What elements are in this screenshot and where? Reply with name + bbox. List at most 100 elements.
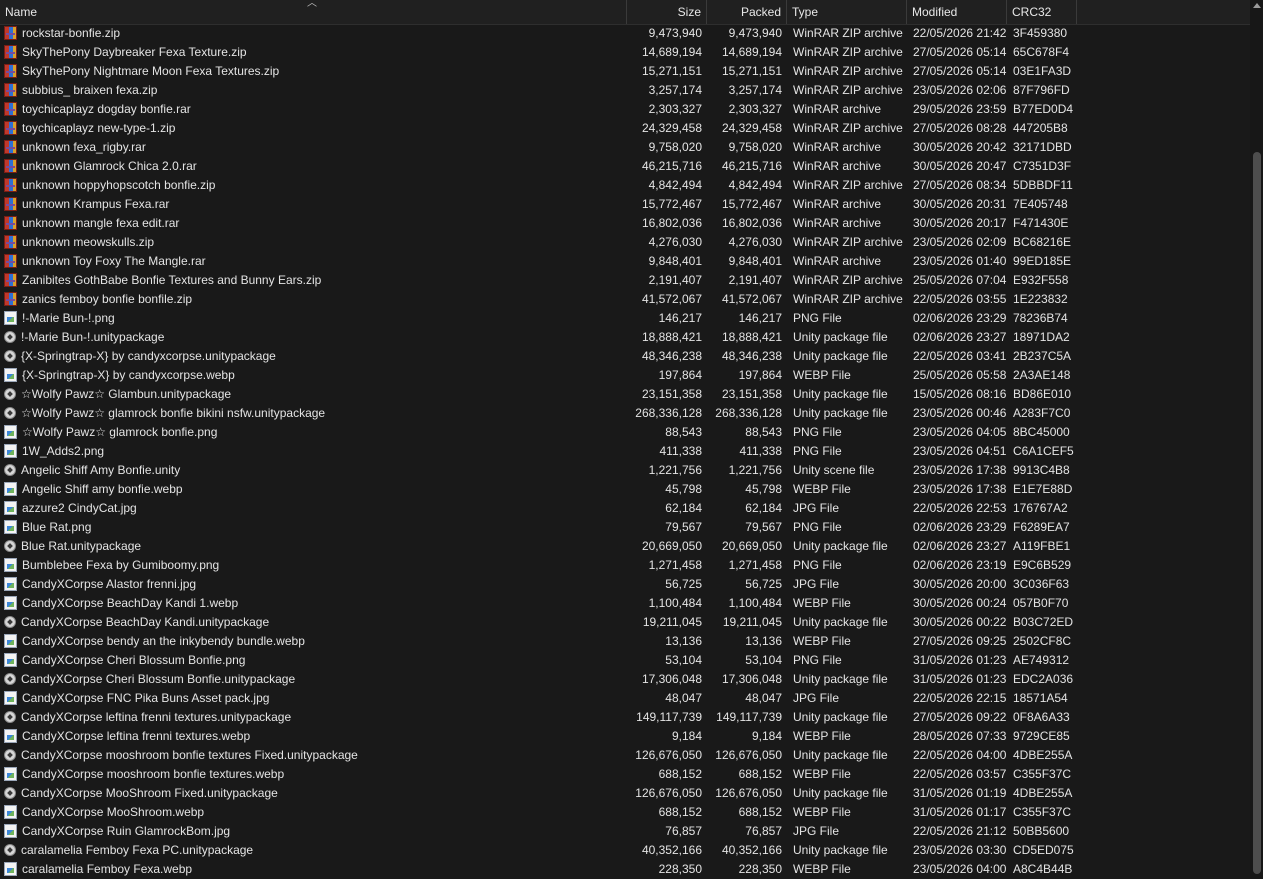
file-row[interactable]: CandyXCorpse Cheri Blossum Bonfie.unityp… xyxy=(0,670,1250,689)
file-row[interactable]: CandyXCorpse MooShroom Fixed.unitypackag… xyxy=(0,784,1250,803)
file-packed-size: 56,725 xyxy=(745,577,782,591)
file-name-cell: CandyXCorpse MooShroom Fixed.unitypackag… xyxy=(0,784,627,803)
file-name-cell: unknown Glamrock Chica 2.0.rar xyxy=(0,157,627,176)
file-row[interactable]: unknown mangle fexa edit.rar 16,802,036 16… xyxy=(0,214,1250,233)
file-size: 149,117,739 xyxy=(636,710,702,724)
image-file-icon xyxy=(4,691,17,705)
file-size: 688,152 xyxy=(658,805,702,819)
archive-icon xyxy=(4,26,17,40)
file-row[interactable]: toychicaplayz dogday bonfie.rar 2,303,327… xyxy=(0,100,1250,119)
file-row[interactable]: SkyThePony Nightmare Moon Fexa Textures.… xyxy=(0,62,1250,81)
archive-icon xyxy=(4,159,17,173)
file-row[interactable]: ☆Wolfy Pawz☆ glamrock bonfie.png 88,543 88… xyxy=(0,423,1250,442)
file-row[interactable]: CandyXCorpse bendy an the inkybendy bund… xyxy=(0,632,1250,651)
file-name: CandyXCorpse FNC Pika Buns Asset pack.jp… xyxy=(22,691,270,705)
file-name-cell: azzure2 CindyCat.jpg xyxy=(0,499,627,518)
file-row[interactable]: rockstar-bonfie.zip 9,473,940 9,473,940 Win… xyxy=(0,24,1250,43)
file-row[interactable]: Zanibites GothBabe Bonfie Textures and B… xyxy=(0,271,1250,290)
file-row[interactable]: CandyXCorpse BeachDay Kandi.unitypackage… xyxy=(0,613,1250,632)
file-row[interactable]: zanics femboy bonfie bonfile.zip 41,572,0… xyxy=(0,290,1250,309)
file-name-cell: 1W_Adds2.png xyxy=(0,442,627,461)
column-type[interactable]: Type xyxy=(787,0,907,24)
file-crc32: EDC2A036 xyxy=(1013,672,1074,686)
scrollbar-thumb[interactable] xyxy=(1253,152,1261,874)
file-row[interactable]: CandyXCorpse FNC Pika Buns Asset pack.jp… xyxy=(0,689,1250,708)
file-packed-size: 146,217 xyxy=(738,311,782,325)
file-packed-size: 9,848,401 xyxy=(728,254,782,268)
scroll-up-icon[interactable] xyxy=(1253,3,1261,8)
file-name: subbius_ braixen fexa.zip xyxy=(22,83,158,97)
file-row[interactable]: CandyXCorpse leftina frenni textures.uni… xyxy=(0,708,1250,727)
file-name: Blue Rat.png xyxy=(22,520,92,534)
file-row[interactable]: {X-Springtrap-X} by candyxcorpse.webp 197… xyxy=(0,366,1250,385)
file-row[interactable]: unknown meowskulls.zip 4,276,030 4,276,030… xyxy=(0,233,1250,252)
file-modified: 27/05/2026 05:14 xyxy=(913,64,1007,78)
column-size[interactable]: Size xyxy=(627,0,707,24)
file-name-cell: ☆Wolfy Pawz☆ Glambun.unitypackage xyxy=(0,385,627,404)
file-packed-size: 2,303,327 xyxy=(728,102,782,116)
file-row[interactable]: subbius_ braixen fexa.zip 3,257,174 3,257,… xyxy=(0,81,1250,100)
file-modified: 31/05/2026 01:23 xyxy=(913,653,1007,667)
file-row[interactable]: Blue Rat.unitypackage 20,669,050 20,669,05… xyxy=(0,537,1250,556)
file-row[interactable]: Angelic Shiff Amy Bonfie.unity 1,221,756 1… xyxy=(0,461,1250,480)
file-modified: 30/05/2026 20:00 xyxy=(913,577,1007,591)
column-crc32[interactable]: CRC32 xyxy=(1007,0,1077,24)
file-type: WinRAR ZIP archive xyxy=(793,26,903,40)
file-row[interactable]: unknown Glamrock Chica 2.0.rar 46,215,716… xyxy=(0,157,1250,176)
file-size: 1,100,484 xyxy=(648,596,702,610)
file-row[interactable]: CandyXCorpse mooshroom bonfie textures.w… xyxy=(0,765,1250,784)
file-packed-size: 62,184 xyxy=(745,501,782,515)
file-row[interactable]: !-Marie Bun-!.unitypackage 18,888,421 18,8… xyxy=(0,328,1250,347)
file-row[interactable]: caralamelia Femboy Fexa.webp 228,350 228,3… xyxy=(0,860,1250,879)
file-row[interactable]: SkyThePony Daybreaker Fexa Texture.zip 14… xyxy=(0,43,1250,62)
file-row[interactable]: !-Marie Bun-!.png 146,217 146,217 PNG File 0… xyxy=(0,309,1250,328)
file-row[interactable]: ☆Wolfy Pawz☆ Glambun.unitypackage 23,151,… xyxy=(0,385,1250,404)
file-size: 79,567 xyxy=(665,520,702,534)
file-row[interactable]: Bumblebee Fexa by Gumiboomy.png 1,271,458… xyxy=(0,556,1250,575)
file-row[interactable]: Angelic Shiff amy bonfie.webp 45,798 45,79… xyxy=(0,480,1250,499)
file-row[interactable]: unknown Krampus Fexa.rar 15,772,467 15,772… xyxy=(0,195,1250,214)
file-name-cell: !-Marie Bun-!.unitypackage xyxy=(0,328,627,347)
file-size: 9,758,020 xyxy=(648,140,702,154)
file-crc32: 057B0F70 xyxy=(1013,596,1069,610)
column-packed[interactable]: Packed xyxy=(707,0,787,24)
file-name: Angelic Shiff Amy Bonfie.unity xyxy=(21,463,181,477)
file-row[interactable]: ☆Wolfy Pawz☆ glamrock bonfie bikini nsfw… xyxy=(0,404,1250,423)
file-modified: 15/05/2026 08:16 xyxy=(913,387,1007,401)
file-name-cell: Zanibites GothBabe Bonfie Textures and B… xyxy=(0,271,627,290)
archive-icon xyxy=(4,83,17,97)
file-row[interactable]: CandyXCorpse leftina frenni textures.web… xyxy=(0,727,1250,746)
file-size: 1,221,756 xyxy=(648,463,702,477)
file-crc32: 3F459380 xyxy=(1013,26,1068,40)
file-row[interactable]: {X-Springtrap-X} by candyxcorpse.unitypa… xyxy=(0,347,1250,366)
archive-icon xyxy=(4,292,17,306)
file-row[interactable]: caralamelia Femboy Fexa PC.unitypackage 4… xyxy=(0,841,1250,860)
file-row[interactable]: unknown Toy Foxy The Mangle.rar 9,848,401… xyxy=(0,252,1250,271)
file-size: 19,211,045 xyxy=(642,615,702,629)
file-crc32: A8C4B44B xyxy=(1013,862,1073,876)
file-size: 16,802,036 xyxy=(641,216,702,230)
file-name: CandyXCorpse BeachDay Kandi.unitypackage xyxy=(21,615,270,629)
file-row[interactable]: CandyXCorpse Cheri Blossum Bonfie.png 53,… xyxy=(0,651,1250,670)
file-row[interactable]: CandyXCorpse mooshroom bonfie textures F… xyxy=(0,746,1250,765)
column-modified[interactable]: Modified xyxy=(907,0,1007,24)
file-row[interactable]: unknown hoppyhopscotch bonfie.zip 4,842,4… xyxy=(0,176,1250,195)
file-row[interactable]: CandyXCorpse Alastor frenni.jpg 56,725 56,… xyxy=(0,575,1250,594)
vertical-scrollbar[interactable] xyxy=(1250,0,1263,879)
file-packed-size: 16,802,036 xyxy=(721,216,782,230)
file-type: WinRAR ZIP archive xyxy=(793,273,903,287)
file-row[interactable]: Blue Rat.png 79,567 79,567 PNG File 02/06/20… xyxy=(0,518,1250,537)
file-packed-size: 2,191,407 xyxy=(728,273,782,287)
file-size: 20,669,050 xyxy=(641,539,702,553)
file-row[interactable]: CandyXCorpse Ruin GlamrockBom.jpg 76,857 7… xyxy=(0,822,1250,841)
file-row[interactable]: 1W_Adds2.png 411,338 411,338 PNG File 23/05/… xyxy=(0,442,1250,461)
file-row[interactable]: CandyXCorpse BeachDay Kandi 1.webp 1,100,… xyxy=(0,594,1250,613)
file-size: 48,346,238 xyxy=(641,349,702,363)
file-row[interactable]: toychicaplayz new-type-1.zip 24,329,458 24… xyxy=(0,119,1250,138)
file-name-cell: unknown hoppyhopscotch bonfie.zip xyxy=(0,176,627,195)
file-row[interactable]: unknown fexa_rigby.rar 9,758,020 9,758,020… xyxy=(0,138,1250,157)
file-row[interactable]: azzure2 CindyCat.jpg 62,184 62,184 JPG File… xyxy=(0,499,1250,518)
file-size: 17,306,048 xyxy=(641,672,702,686)
file-name-cell: CandyXCorpse MooShroom.webp xyxy=(0,803,627,822)
file-row[interactable]: CandyXCorpse MooShroom.webp 688,152 688,15… xyxy=(0,803,1250,822)
